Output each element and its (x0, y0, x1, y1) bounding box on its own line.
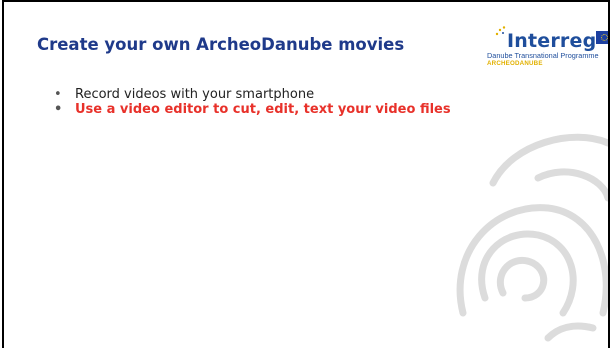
bullet-item-highlight: • Use a video editor to cut, edit, text … (54, 102, 474, 117)
bullet-marker: • (54, 102, 63, 117)
presentation-slide: Create your own ArcheoDanube movies Inte… (2, 0, 610, 348)
logo-wordmark: Interreg (507, 30, 597, 52)
interreg-logo: Interreg Danube Transnational Programme … (486, 22, 608, 70)
logo-spark-icon (495, 26, 506, 36)
bullet-text: Use a video editor to cut, edit, text yo… (75, 102, 451, 117)
bullet-list: • Record videos with your smartphone • U… (54, 87, 474, 117)
bullet-item: • Record videos with your smartphone (54, 87, 474, 102)
decorative-swirl-graphic (456, 133, 608, 342)
bullet-marker: • (54, 87, 62, 102)
logo-project-name: ARCHEODANUBE (487, 60, 543, 67)
slide-title: Create your own ArcheoDanube movies (37, 35, 405, 54)
logo-subtitle: Danube Transnational Programme (487, 51, 599, 60)
bullet-text: Record videos with your smartphone (75, 87, 315, 102)
eu-flag-icon (596, 31, 608, 44)
